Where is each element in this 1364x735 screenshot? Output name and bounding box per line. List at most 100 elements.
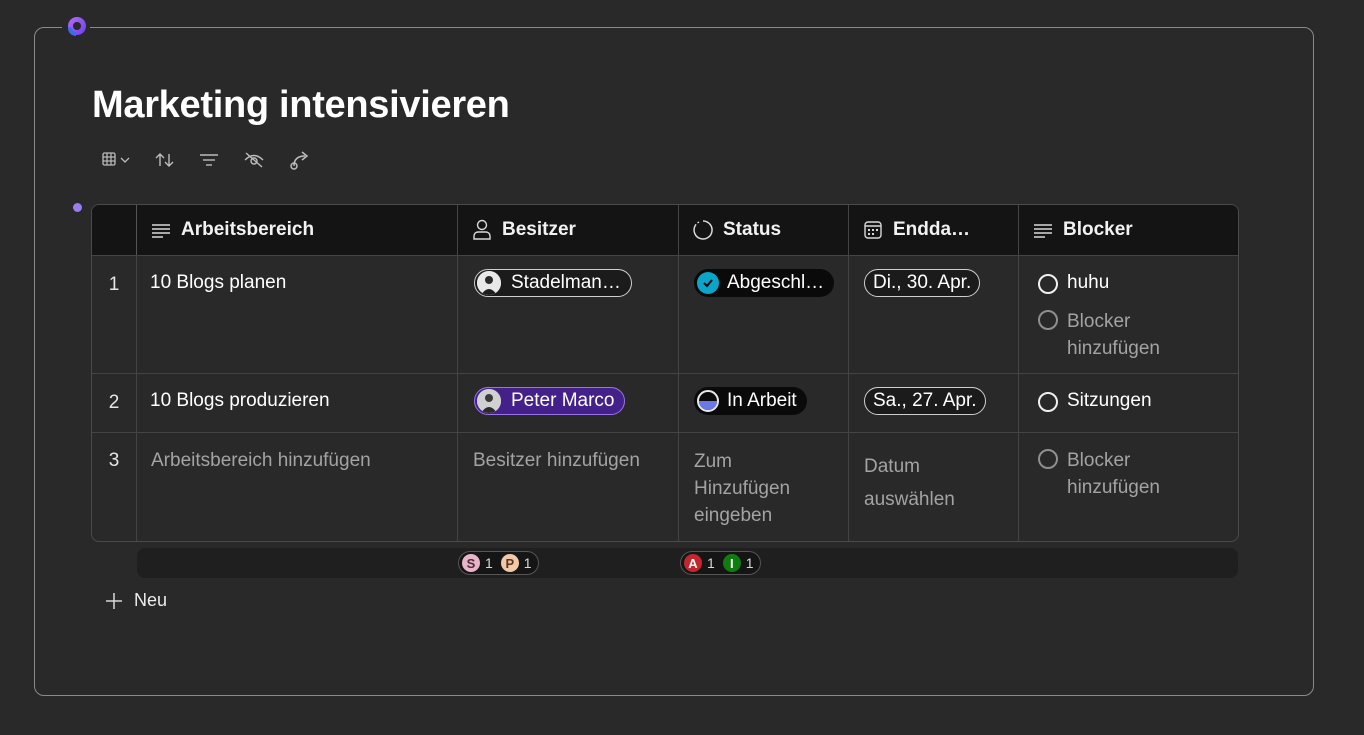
- column-header-enddatum[interactable]: Endda…: [849, 205, 1019, 255]
- status-label: In Arbeit: [727, 390, 797, 411]
- end-date-cell[interactable]: Datum auswählen: [849, 433, 1019, 541]
- summary-chip: A 1: [684, 554, 715, 572]
- blocker-cell[interactable]: Blocker hinzufügen: [1019, 433, 1238, 541]
- summary-chip: S 1: [462, 554, 493, 572]
- end-date-cell[interactable]: Sa., 27. Apr.: [849, 374, 1019, 432]
- check-icon: [697, 272, 719, 294]
- sort-button[interactable]: [154, 147, 176, 173]
- date-label: Sa., 27. Apr.: [873, 390, 977, 411]
- table-row: 1 10 Blogs planen Stadelman… Abgeschl… D…: [92, 256, 1238, 374]
- date-pill[interactable]: Sa., 27. Apr.: [864, 387, 986, 415]
- owner-cell[interactable]: Besitzer hinzufügen: [458, 433, 679, 541]
- row-number: 3: [92, 433, 137, 541]
- owner-placeholder: Besitzer hinzufügen: [473, 450, 640, 471]
- column-header-besitzer[interactable]: Besitzer: [458, 205, 679, 255]
- add-blocker[interactable]: Blocker hinzufügen: [1038, 308, 1197, 362]
- status-cell[interactable]: In Arbeit: [679, 374, 849, 432]
- filter-button[interactable]: [198, 147, 220, 173]
- blocker-checkbox[interactable]: [1038, 392, 1058, 412]
- workspace-cell[interactable]: 10 Blogs produzieren: [137, 374, 458, 432]
- column-header-label: Blocker: [1063, 219, 1133, 240]
- blocker-checkbox: [1038, 310, 1058, 330]
- workspace-cell[interactable]: 10 Blogs planen: [137, 256, 458, 373]
- person-column-icon: [471, 219, 493, 241]
- page-title: Marketing intensivieren: [92, 84, 510, 126]
- column-header-label: Besitzer: [502, 219, 576, 240]
- status-summary[interactable]: A 1 I 1: [680, 551, 761, 575]
- date-pill[interactable]: Di., 30. Apr.: [864, 269, 981, 297]
- end-date-cell[interactable]: Di., 30. Apr.: [849, 256, 1019, 373]
- blocker-item[interactable]: Sitzungen: [1038, 390, 1152, 412]
- add-blocker-placeholder: Blocker hinzufügen: [1067, 311, 1160, 359]
- summary-bar: S 1 P 1 A 1 I 1: [137, 548, 1238, 578]
- column-header-status[interactable]: Status: [679, 205, 849, 255]
- drag-handle-dot[interactable]: [73, 203, 82, 212]
- date-placeholder: Datum auswählen: [864, 456, 955, 510]
- summary-count: 1: [707, 555, 715, 571]
- column-header-arbeitsbereich[interactable]: Arbeitsbereich: [137, 205, 458, 255]
- column-header-label: Endda…: [893, 219, 971, 240]
- add-blocker-placeholder: Blocker hinzufügen: [1067, 450, 1160, 498]
- table-grid: Arbeitsbereich Besitzer Status Endda… Bl…: [91, 204, 1239, 542]
- summary-count: 1: [745, 555, 754, 571]
- avatar: [477, 389, 501, 413]
- workspace-cell[interactable]: Arbeitsbereich hinzufügen: [137, 433, 458, 541]
- blocker-text: Sitzungen: [1067, 390, 1152, 411]
- header-rownum: [92, 205, 137, 255]
- blocker-text: huhu: [1067, 272, 1110, 293]
- status-column-icon: [692, 219, 714, 241]
- hide-button[interactable]: [242, 147, 266, 173]
- blocker-checkbox: [1038, 449, 1058, 469]
- owner-name: Peter Marco: [511, 390, 615, 411]
- blocker-checkbox[interactable]: [1038, 274, 1058, 294]
- owner-cell[interactable]: Peter Marco: [458, 374, 679, 432]
- column-header-label: Arbeitsbereich: [181, 219, 315, 240]
- text-column-icon: [1032, 219, 1054, 241]
- owner-name: Stadelman…: [511, 272, 621, 293]
- filter-icon: [200, 154, 218, 166]
- row-number: 2: [92, 374, 137, 432]
- workspace-placeholder: Arbeitsbereich hinzufügen: [151, 450, 371, 471]
- blocker-cell[interactable]: Sitzungen: [1019, 374, 1238, 432]
- sort-icon: [155, 153, 174, 167]
- avatar: [477, 271, 501, 295]
- loop-logo-icon: [62, 14, 90, 40]
- table-row: 2 10 Blogs produzieren Peter Marco In Ar…: [92, 374, 1238, 433]
- status-cell[interactable]: Abgeschl…: [679, 256, 849, 373]
- add-blocker[interactable]: Blocker hinzufügen: [1038, 447, 1197, 501]
- summary-count: 1: [523, 555, 532, 571]
- table-view-button[interactable]: [100, 147, 132, 173]
- new-row-button[interactable]: Neu: [104, 590, 167, 611]
- blocker-item[interactable]: huhu: [1038, 272, 1109, 294]
- table-header-row: Arbeitsbereich Besitzer Status Endda… Bl…: [92, 205, 1238, 256]
- column-header-label: Status: [723, 219, 782, 240]
- hide-icon: [244, 152, 264, 168]
- blocker-cell[interactable]: huhu Blocker hinzufügen: [1019, 256, 1238, 373]
- table-row-new: 3 Arbeitsbereich hinzufügen Besitzer hin…: [92, 433, 1238, 541]
- text-column-icon: [150, 219, 172, 241]
- new-row-label: Neu: [134, 590, 168, 610]
- column-header-blocker[interactable]: Blocker: [1019, 205, 1238, 255]
- plus-icon: [106, 592, 122, 609]
- table-view-icon: [102, 152, 130, 166]
- share-button[interactable]: [288, 147, 312, 173]
- summary-chip: I 1: [722, 554, 754, 572]
- status-placeholder: Zum Hinzufügen eingeben: [694, 451, 791, 526]
- summary-letter: P: [500, 554, 519, 572]
- workspace-text: 10 Blogs planen: [150, 272, 287, 293]
- in-progress-icon: [697, 390, 719, 412]
- date-label: Di., 30. Apr.: [873, 272, 972, 293]
- owner-pill[interactable]: Peter Marco: [474, 387, 626, 415]
- status-pill[interactable]: Abgeschl…: [694, 269, 835, 297]
- summary-letter: A: [684, 554, 702, 572]
- owner-cell[interactable]: Stadelman…: [458, 256, 679, 373]
- table-toolbar: [100, 147, 334, 173]
- summary-count: 1: [485, 555, 493, 571]
- row-number: 1: [92, 256, 137, 373]
- owner-summary[interactable]: S 1 P 1: [458, 551, 539, 575]
- summary-letter: S: [462, 554, 480, 572]
- workspace-text: 10 Blogs produzieren: [150, 390, 330, 411]
- status-cell[interactable]: Zum Hinzufügen eingeben: [679, 433, 849, 541]
- status-pill[interactable]: In Arbeit: [694, 387, 807, 415]
- owner-pill[interactable]: Stadelman…: [474, 269, 632, 297]
